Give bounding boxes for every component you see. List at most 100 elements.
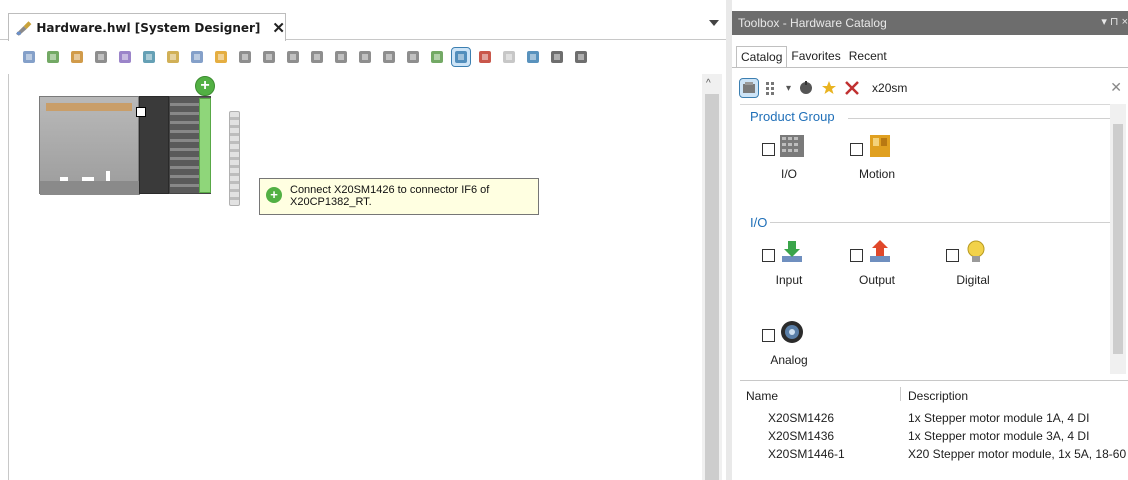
column-header-description[interactable]: Description bbox=[908, 389, 968, 403]
grid-connect-icon[interactable] bbox=[428, 48, 446, 66]
catalog-pane: Product Group I/O Motion I/O Input Outpu… bbox=[740, 104, 1120, 374]
tooltip-text: Connect X20SM1426 to connector IF6 of X2… bbox=[290, 184, 490, 208]
tile-motion[interactable]: Motion bbox=[840, 133, 914, 193]
grid-icon[interactable] bbox=[500, 48, 518, 66]
tile-output[interactable]: Output bbox=[840, 239, 914, 299]
filter-grid-icon[interactable] bbox=[763, 79, 781, 97]
section-title-io[interactable]: I/O bbox=[750, 215, 767, 230]
checkbox-digital[interactable] bbox=[946, 249, 959, 262]
zoom-icon[interactable] bbox=[44, 48, 62, 66]
checkbox-output[interactable] bbox=[850, 249, 863, 262]
document-tabstrip: Hardware.hwl [System Designer] ✕ bbox=[0, 0, 726, 41]
selection-handle[interactable] bbox=[136, 107, 146, 117]
checkbox-input[interactable] bbox=[762, 249, 775, 262]
canvas-scrollbar[interactable]: ^ bbox=[702, 74, 722, 480]
add-connection-icon: + bbox=[266, 187, 282, 203]
same-height-icon[interactable] bbox=[404, 48, 422, 66]
analog-gauge-icon bbox=[781, 321, 803, 343]
hardware-designer-icon bbox=[15, 20, 32, 36]
row-name: X20SM1426 bbox=[768, 411, 835, 425]
tab-recent[interactable]: Recent bbox=[845, 46, 891, 68]
find-icon[interactable] bbox=[188, 48, 206, 66]
system-designer-pane: Hardware.hwl [System Designer] ✕ + + Con… bbox=[0, 0, 726, 480]
link-icon[interactable] bbox=[116, 48, 134, 66]
open-icon[interactable] bbox=[20, 48, 38, 66]
refresh-icon[interactable] bbox=[140, 48, 158, 66]
plc-controller[interactable] bbox=[39, 96, 140, 195]
add-icon[interactable]: + bbox=[195, 76, 215, 96]
tile-input[interactable]: Input bbox=[752, 239, 826, 299]
catalog-view-icon[interactable] bbox=[739, 78, 759, 98]
row-name: X20SM1436 bbox=[768, 429, 835, 443]
catalog-results-table: Name Description X20SM1426 1x Stepper mo… bbox=[740, 380, 1128, 480]
align-top-icon[interactable] bbox=[284, 48, 302, 66]
lightbulb-icon bbox=[967, 240, 985, 262]
align-left-icon[interactable] bbox=[236, 48, 254, 66]
tab-catalog[interactable]: Catalog bbox=[736, 46, 788, 68]
checkbox-motion[interactable] bbox=[850, 143, 863, 156]
tile-label-output: Output bbox=[858, 273, 896, 287]
input-arrow-icon bbox=[782, 241, 802, 262]
column-header-name[interactable]: Name bbox=[746, 389, 778, 403]
clear-search-icon[interactable]: ✕ bbox=[1110, 79, 1122, 96]
io-module-icon bbox=[780, 135, 804, 157]
catalog-scrollbar[interactable] bbox=[1110, 104, 1126, 374]
catalog-tabs: Catalog Favorites Recent bbox=[732, 46, 1128, 68]
x20sm-module-dragged[interactable] bbox=[229, 111, 240, 206]
clear-filter-icon[interactable] bbox=[843, 79, 861, 97]
toolbox-header: Toolbox - Hardware Catalog ▾ ⊓ × bbox=[732, 11, 1128, 35]
tile-label-input: Input bbox=[775, 273, 803, 287]
tile-label-analog: Analog bbox=[770, 353, 808, 367]
zoom-search-icon[interactable] bbox=[548, 48, 566, 66]
highlight-icon[interactable] bbox=[212, 48, 230, 66]
designer-toolbar bbox=[8, 42, 708, 72]
module-icon[interactable] bbox=[797, 79, 815, 97]
scroll-up-icon[interactable]: ^ bbox=[706, 78, 711, 89]
catalog-search-toolbar: ▾ x20sm ✕ bbox=[739, 74, 1128, 102]
tile-analog[interactable]: Analog bbox=[752, 319, 826, 374]
document-tab-hardware[interactable]: Hardware.hwl [System Designer] ✕ bbox=[8, 13, 286, 41]
table-row[interactable]: X20SM1446-1 X20 Stepper motor module, 1x… bbox=[740, 445, 1128, 463]
motion-module-icon bbox=[870, 135, 890, 157]
tile-label-motion: Motion bbox=[858, 167, 896, 181]
same-width-icon[interactable] bbox=[380, 48, 398, 66]
tab-favorites[interactable]: Favorites bbox=[787, 46, 844, 68]
scroll-thumb[interactable] bbox=[705, 94, 719, 480]
chevron-down-icon[interactable]: ▾ bbox=[786, 83, 791, 94]
table-row[interactable]: X20SM1426 1x Stepper motor module 1A, 4 … bbox=[740, 409, 1128, 427]
connection-slot[interactable] bbox=[199, 98, 211, 193]
catalog-scroll-thumb[interactable] bbox=[1113, 124, 1123, 354]
tile-io[interactable]: I/O bbox=[752, 133, 826, 193]
connect-tooltip: + Connect X20SM1426 to connector IF6 of … bbox=[259, 178, 539, 215]
network-icon[interactable] bbox=[92, 48, 110, 66]
hardware-canvas[interactable]: + + Connect X20SM1426 to connector IF6 o… bbox=[8, 74, 700, 480]
settings-icon[interactable] bbox=[572, 48, 590, 66]
align-bottom-icon[interactable] bbox=[308, 48, 326, 66]
row-description: 1x Stepper motor module 3A, 4 DI bbox=[908, 429, 1090, 443]
section-title-product-group[interactable]: Product Group bbox=[750, 109, 835, 124]
module-icon[interactable] bbox=[68, 48, 86, 66]
chevron-down-icon[interactable] bbox=[708, 17, 720, 29]
text-view-icon[interactable] bbox=[451, 47, 471, 67]
lock-icon[interactable] bbox=[164, 48, 182, 66]
checkbox-io[interactable] bbox=[762, 143, 775, 156]
document-tab-title: Hardware.hwl [System Designer] bbox=[36, 20, 261, 35]
favorite-star-icon[interactable] bbox=[820, 79, 838, 97]
text-icon[interactable] bbox=[476, 48, 494, 66]
table-row[interactable]: X20SM1436 1x Stepper motor module 3A, 4 … bbox=[740, 427, 1128, 445]
row-description: 1x Stepper motor module 1A, 4 DI bbox=[908, 411, 1090, 425]
fit-icon[interactable] bbox=[524, 48, 542, 66]
search-input[interactable]: x20sm bbox=[872, 81, 1072, 95]
close-icon[interactable]: ✕ bbox=[272, 19, 285, 37]
results-header: Name Description bbox=[740, 381, 1128, 403]
tile-digital[interactable]: Digital bbox=[936, 239, 1010, 299]
tile-label-io: I/O bbox=[780, 167, 797, 181]
distribute-h-icon[interactable] bbox=[332, 48, 350, 66]
toolbox-window-buttons[interactable]: ▾ ⊓ × bbox=[1101, 15, 1128, 28]
row-description: X20 Stepper motor module, 1x 5A, 18-60 bbox=[908, 447, 1127, 461]
toolbox-title: Toolbox - Hardware Catalog bbox=[738, 16, 887, 30]
align-right-icon[interactable] bbox=[260, 48, 278, 66]
distribute-v-icon[interactable] bbox=[356, 48, 374, 66]
output-arrow-icon bbox=[870, 240, 890, 262]
checkbox-analog[interactable] bbox=[762, 329, 775, 342]
